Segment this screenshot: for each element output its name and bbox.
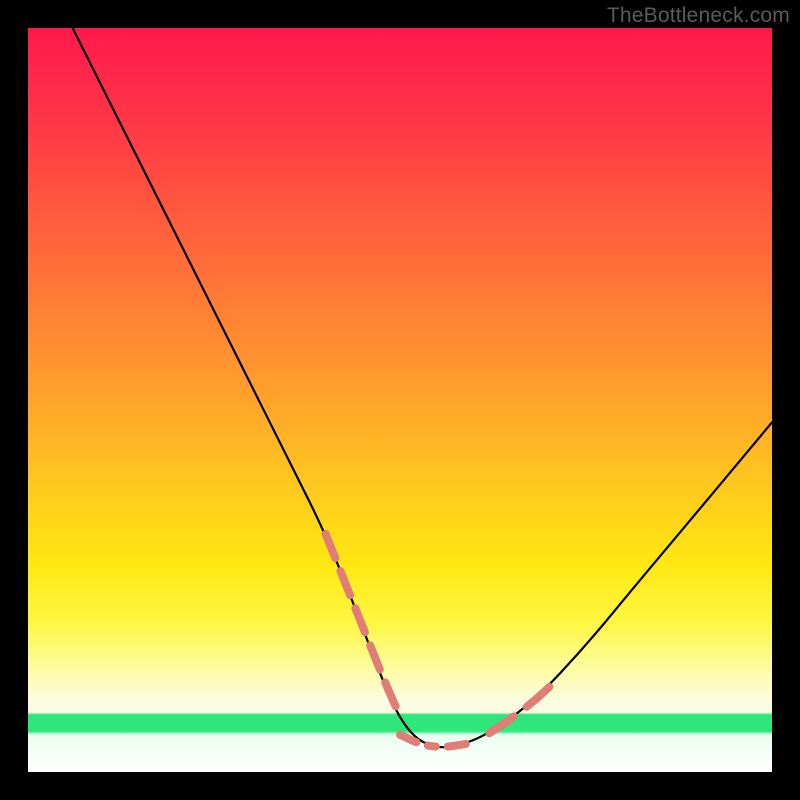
- highlight-segment: [400, 735, 467, 747]
- highlight-segment: [489, 680, 556, 733]
- main-curve: [73, 28, 772, 747]
- highlight-segment: [326, 534, 400, 716]
- chart-frame: [28, 28, 772, 772]
- chart-svg: [28, 28, 772, 772]
- highlight-segments: [326, 534, 557, 747]
- watermark-text: TheBottleneck.com: [607, 4, 790, 28]
